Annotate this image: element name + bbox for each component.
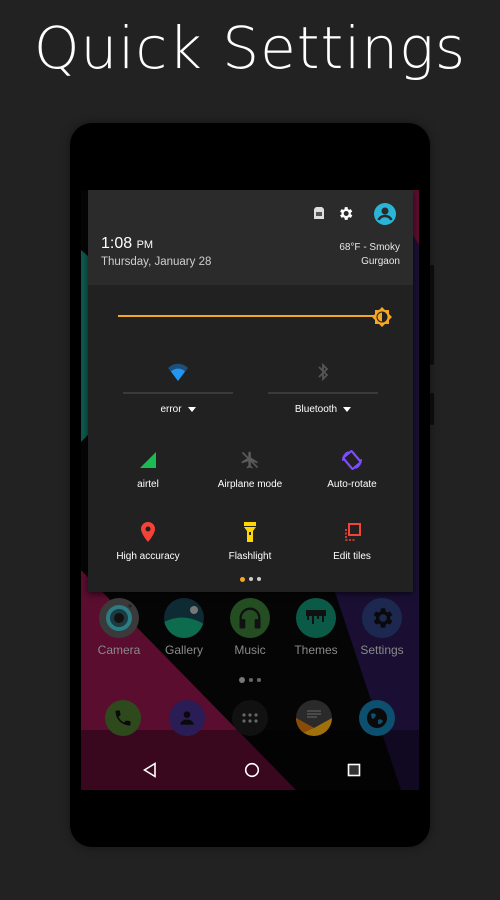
volume-button	[430, 393, 434, 425]
gallery-icon	[164, 598, 204, 638]
weather-condition: 68°F - Smoky	[339, 242, 400, 253]
app-settings[interactable]: Settings	[352, 598, 412, 668]
cellular-tile[interactable]: airtel	[94, 448, 202, 498]
wifi-tile[interactable]: error	[123, 360, 233, 420]
quick-settings-panel: 1:08 PM Thursday, January 28 68°F - Smok…	[88, 190, 413, 592]
promo-title: Quick Settings	[33, 14, 467, 82]
weather-info[interactable]: 68°F - Smoky Gurgaon	[339, 241, 400, 269]
bluetooth-status-text: Bluetooth	[294, 404, 338, 415]
location-tile[interactable]: High accuracy	[94, 520, 202, 570]
wifi-status-text: error	[160, 404, 182, 415]
location-pin-icon	[136, 520, 160, 544]
brightness-thumb-icon[interactable]	[371, 306, 393, 328]
status-header: 1:08 PM Thursday, January 28 68°F - Smok…	[88, 190, 413, 285]
wifi-icon	[166, 360, 190, 384]
app-label: Music	[234, 643, 266, 657]
bluetooth-divider	[268, 392, 378, 394]
auto-rotate-label: Auto-rotate	[327, 479, 377, 490]
cellular-label: airtel	[137, 479, 159, 490]
sim-card-icon	[313, 206, 325, 220]
app-camera[interactable]: Camera	[89, 598, 149, 668]
app-label: Camera	[97, 643, 141, 657]
auto-rotate-tile[interactable]: Auto-rotate	[298, 448, 406, 498]
edit-tiles-label: Edit tiles	[333, 551, 371, 562]
app-themes[interactable]: Themes	[286, 598, 346, 668]
auto-rotate-icon	[340, 448, 364, 472]
user-account-icon[interactable]	[374, 203, 396, 225]
location-label: High accuracy	[116, 551, 180, 562]
app-gallery[interactable]: Gallery	[154, 598, 214, 668]
app-music[interactable]: Music	[220, 598, 280, 668]
home-page-dot	[249, 678, 253, 682]
weather-location: Gurgaon	[361, 256, 400, 267]
edit-tiles-tile[interactable]: Edit tiles	[298, 520, 406, 570]
flashlight-icon	[238, 520, 262, 544]
wifi-divider	[123, 392, 233, 394]
clock-time: 1:08	[101, 235, 133, 252]
flashlight-label: Flashlight	[228, 551, 272, 562]
airplane-tile[interactable]: Airplane mode	[196, 448, 304, 498]
settings-icon	[362, 598, 402, 638]
qs-page-dot-active[interactable]	[240, 576, 245, 582]
flashlight-tile[interactable]: Flashlight	[196, 520, 304, 570]
cell-signal-icon	[136, 448, 160, 472]
app-label: Settings	[360, 643, 404, 657]
bluetooth-label[interactable]: Bluetooth	[268, 404, 378, 415]
app-drawer-icon[interactable]	[232, 700, 268, 736]
app-label: Gallery	[164, 643, 203, 657]
clock[interactable]: 1:08 PM	[101, 235, 153, 253]
power-button	[430, 265, 434, 365]
recents-icon[interactable]	[344, 760, 364, 780]
browser-icon[interactable]	[359, 700, 395, 736]
bluetooth-tile[interactable]: Bluetooth	[268, 360, 378, 420]
contacts-icon[interactable]	[169, 700, 205, 736]
airplane-icon	[238, 448, 262, 472]
home-icon[interactable]	[242, 760, 262, 780]
themes-icon	[296, 598, 336, 638]
wifi-dropdown-icon	[187, 406, 196, 412]
headphones-icon	[230, 598, 270, 638]
wifi-label[interactable]: error	[123, 404, 233, 415]
back-icon[interactable]	[140, 760, 160, 780]
qs-page-dot[interactable]	[257, 577, 261, 581]
settings-gear-icon[interactable]	[336, 204, 354, 222]
qs-page-dot[interactable]	[249, 577, 253, 581]
date-label[interactable]: Thursday, January 28	[101, 256, 211, 268]
home-page-indicator	[81, 677, 419, 683]
brightness-slider[interactable]	[118, 315, 383, 317]
bluetooth-icon	[311, 360, 335, 384]
navigation-bar	[81, 750, 419, 790]
airplane-label: Airplane mode	[217, 479, 283, 490]
messaging-icon[interactable]	[296, 700, 332, 736]
app-label: Themes	[294, 643, 338, 657]
phone-icon[interactable]	[105, 700, 141, 736]
home-page-dot-active	[239, 677, 245, 683]
camera-icon	[99, 598, 139, 638]
home-page-dot	[257, 678, 261, 682]
clock-ampm: PM	[136, 239, 154, 251]
qs-page-indicator	[88, 576, 413, 582]
edit-tiles-icon	[340, 520, 364, 544]
phone-screen: 1:08 PM Thursday, January 28 68°F - Smok…	[81, 190, 419, 790]
bluetooth-dropdown-icon	[343, 406, 352, 412]
